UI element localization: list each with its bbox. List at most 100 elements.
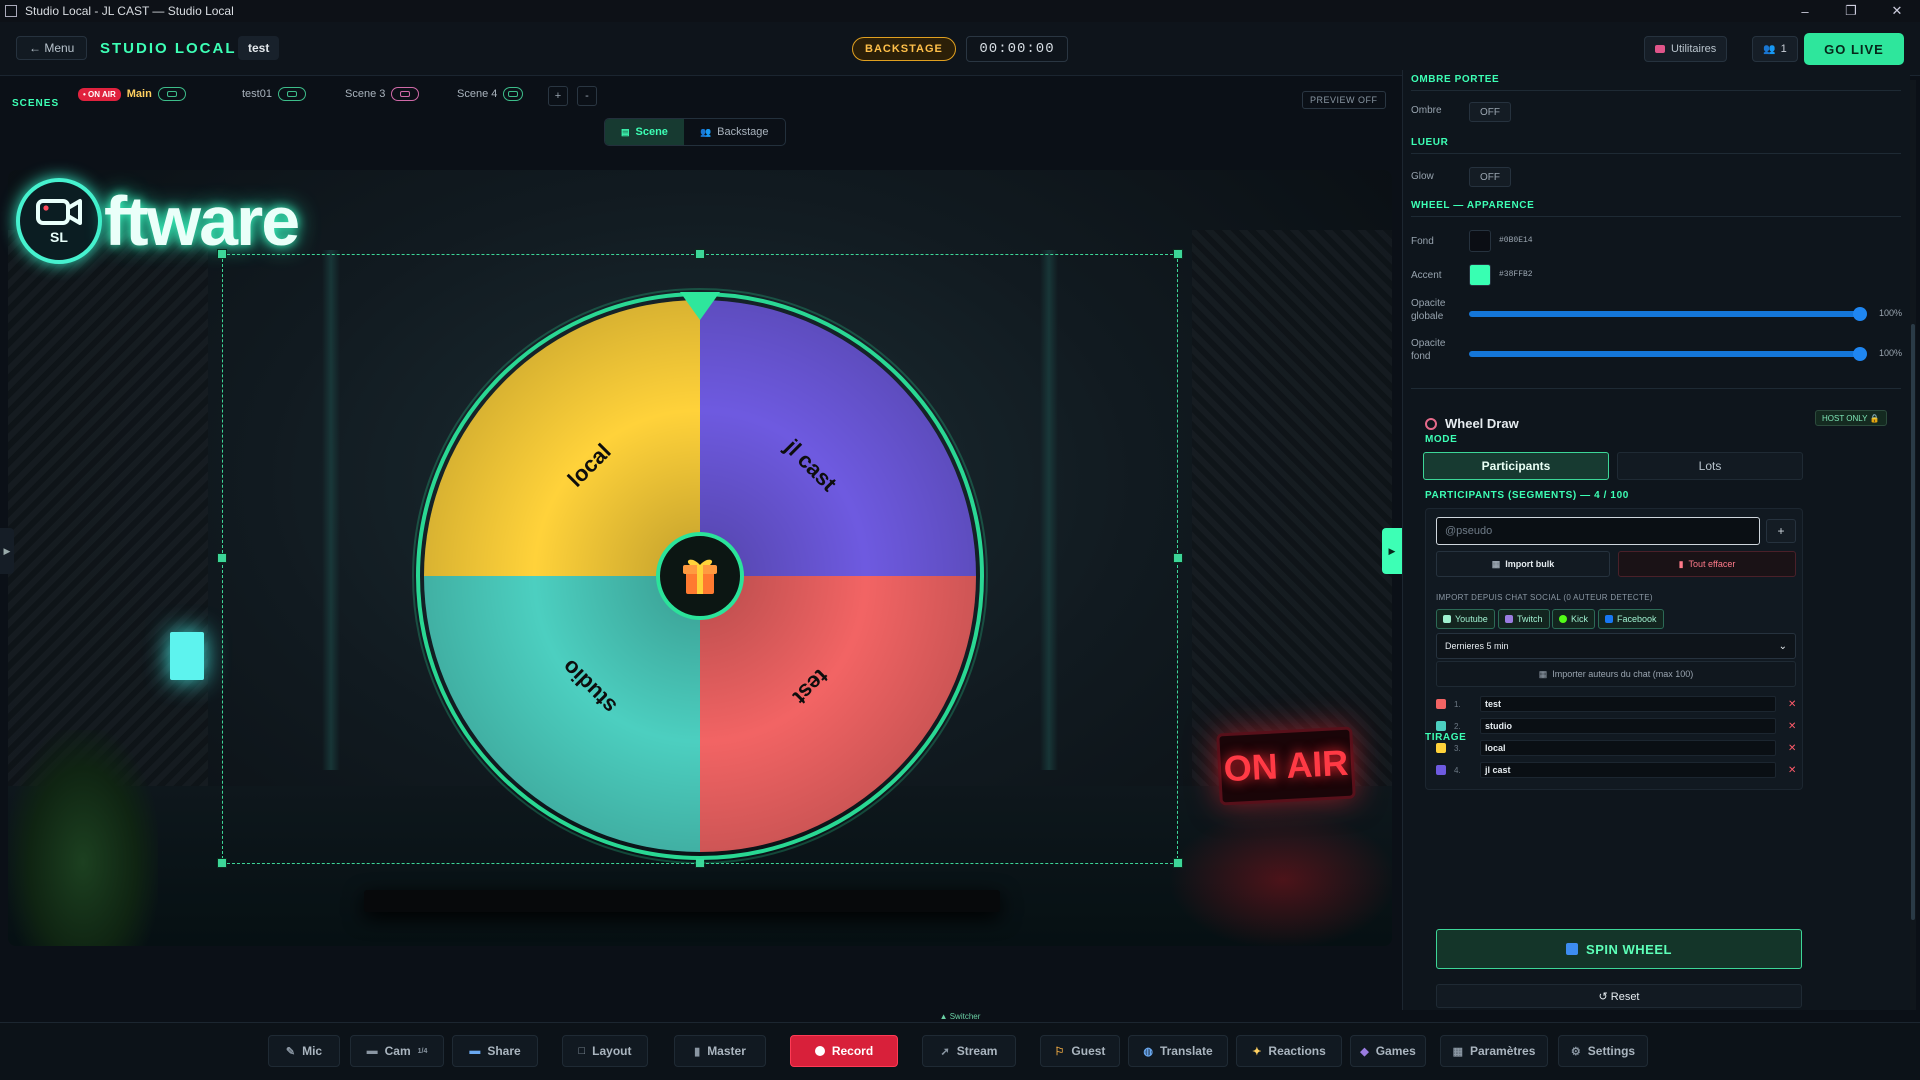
delete-participant-icon[interactable]: ✕ [1788,743,1796,754]
prize-wheel[interactable]: local jl cast test studio [412,288,988,864]
add-scene-button[interactable]: + [548,86,568,106]
resize-handle-se[interactable] [1173,858,1183,868]
accent-hex: #38FFB2 [1499,270,1533,279]
scene-tab-main[interactable]: • ON AIR Main [78,82,186,106]
games-button[interactable]: ◆ Games [1350,1035,1426,1067]
tab-scene[interactable]: ▤ Scene [605,119,684,145]
resize-handle-nw[interactable] [217,249,227,259]
mode-lots-button[interactable]: Lots [1617,452,1803,480]
twitch-label: Twitch [1517,614,1543,624]
go-live-button[interactable]: GO LIVE [1804,33,1904,65]
participant-row: 4. jl cast ✕ [1436,761,1798,779]
right-panel-toggle[interactable]: ▶ [1382,528,1402,574]
add-participant-button[interactable]: + [1766,519,1796,543]
tab-backstage[interactable]: 👥 Backstage [684,119,785,145]
accent-color-swatch[interactable] [1469,264,1491,286]
participant-color[interactable] [1436,765,1446,775]
cam-button[interactable]: ▬ Cam 1/4 [350,1035,444,1067]
close-button[interactable]: ✕ [1874,0,1920,22]
menu-button[interactable]: ← Menu [16,36,88,60]
settings-label: Settings [1587,1044,1636,1058]
broadcast-timer: 00:00:00 [966,36,1068,62]
import-icon: ▦ [1491,558,1501,569]
kick-button[interactable]: Kick [1552,609,1596,629]
panel-scrollbar[interactable] [1910,80,1916,1010]
scene-tab-scene3[interactable]: Scene 3 [345,82,420,106]
shadow-toggle[interactable]: OFF [1469,102,1511,122]
draw-title: TIRAGE [1425,732,1467,743]
clear-all-button[interactable]: ▮ Tout effacer [1618,551,1796,577]
video-camera-icon [36,199,82,225]
scene-visibility-toggle[interactable] [391,87,420,101]
logo-overlay[interactable]: SL ftware [16,176,300,266]
participant-name[interactable]: studio [1480,718,1776,734]
youtube-button[interactable]: Youtube [1436,609,1495,629]
resize-handle-e[interactable] [1173,553,1183,563]
participants-title: PARTICIPANTS (SEGMENTS) — 4 / 100 [1425,490,1629,501]
resize-handle-n[interactable] [695,249,705,259]
spin-wheel-button[interactable]: SPIN WHEEL [1436,929,1802,969]
remove-scene-button[interactable]: - [577,86,597,106]
reactions-button[interactable]: ✦ Reactions [1236,1035,1342,1067]
twitch-button[interactable]: Twitch [1498,609,1550,629]
youtube-icon [1443,615,1451,623]
preview-toggle[interactable]: PREVIEW OFF [1302,91,1386,109]
record-button[interactable]: Record [790,1035,898,1067]
delete-participant-icon[interactable]: ✕ [1788,721,1796,732]
pseudo-input[interactable] [1436,517,1760,545]
viewers-button[interactable]: 👥 1 [1752,36,1798,62]
time-window-value: Dernieres 5 min [1445,641,1509,651]
delete-participant-icon[interactable]: ✕ [1788,699,1796,710]
scene-visibility-toggle[interactable] [503,87,524,101]
stream-button[interactable]: ➚ Stream [922,1035,1016,1067]
on-air-badge: • ON AIR [78,87,121,101]
translate-button[interactable]: ◍ Translate [1128,1035,1228,1067]
resize-handle-sw[interactable] [217,858,227,868]
wheel-draw-label: Wheel Draw [1445,416,1519,431]
guest-button[interactable]: ⚐ Guest [1040,1035,1120,1067]
scene-tab-test01[interactable]: test01 [242,82,306,106]
participant-name[interactable]: local [1480,740,1776,756]
mode-participants-button[interactable]: Participants [1423,452,1609,480]
layout-button[interactable]: □ Layout [562,1035,648,1067]
parameters-button[interactable]: ▦ Paramètres [1440,1035,1548,1067]
import-icon: ▦ [1538,668,1548,679]
settings-button[interactable]: ⚙ Settings [1558,1035,1648,1067]
resize-handle-w[interactable] [217,553,227,563]
scene-tab-scene4[interactable]: Scene 4 [457,82,524,106]
resize-handle-ne[interactable] [1173,249,1183,259]
scene-visibility-toggle[interactable] [277,87,306,101]
record-label: Record [831,1044,874,1058]
maximize-button[interactable]: ❐ [1828,0,1874,22]
participant-color[interactable] [1436,743,1446,753]
opacity-bg-slider[interactable] [1469,347,1867,361]
minimize-button[interactable]: – [1782,0,1828,22]
time-window-select[interactable]: Dernieres 5 min ⌄ [1436,633,1796,659]
facebook-button[interactable]: Facebook [1598,609,1664,629]
import-chat-button[interactable]: ▦ Importer auteurs du chat (max 100) [1436,661,1796,687]
glow-toggle[interactable]: OFF [1469,167,1511,187]
stream-icon: ➚ [940,1045,950,1058]
scene-visibility-toggle[interactable] [157,87,186,101]
bg-color-swatch[interactable] [1469,230,1491,252]
camera-icon: ▬ [366,1045,378,1057]
reset-button[interactable]: ↺ Reset [1436,984,1802,1008]
window-titlebar: Studio Local - JL CAST — Studio Local – … [0,0,1920,22]
mic-button[interactable]: ✎ Mic [268,1035,340,1067]
participant-name[interactable]: jl cast [1480,762,1776,778]
participant-name[interactable]: test [1480,696,1776,712]
participant-color[interactable] [1436,699,1446,709]
participant-row: 1. test ✕ [1436,695,1798,713]
switcher-toggle[interactable]: ▲ Switcher [0,1010,1920,1022]
import-bulk-button[interactable]: ▦ Import bulk [1436,551,1610,577]
tab-backstage-label: Backstage [717,126,769,138]
opacity-global-slider[interactable] [1469,307,1867,321]
participant-color[interactable] [1436,721,1446,731]
project-name[interactable]: test [238,36,280,60]
screen-share-icon: ▬ [469,1045,481,1057]
utilities-button[interactable]: Utilitaires [1644,36,1728,62]
share-button[interactable]: ▬ Share [452,1035,538,1067]
delete-participant-icon[interactable]: ✕ [1788,765,1796,776]
master-button[interactable]: ▮ Master [674,1035,766,1067]
left-panel-toggle[interactable]: ▶ [0,528,14,574]
